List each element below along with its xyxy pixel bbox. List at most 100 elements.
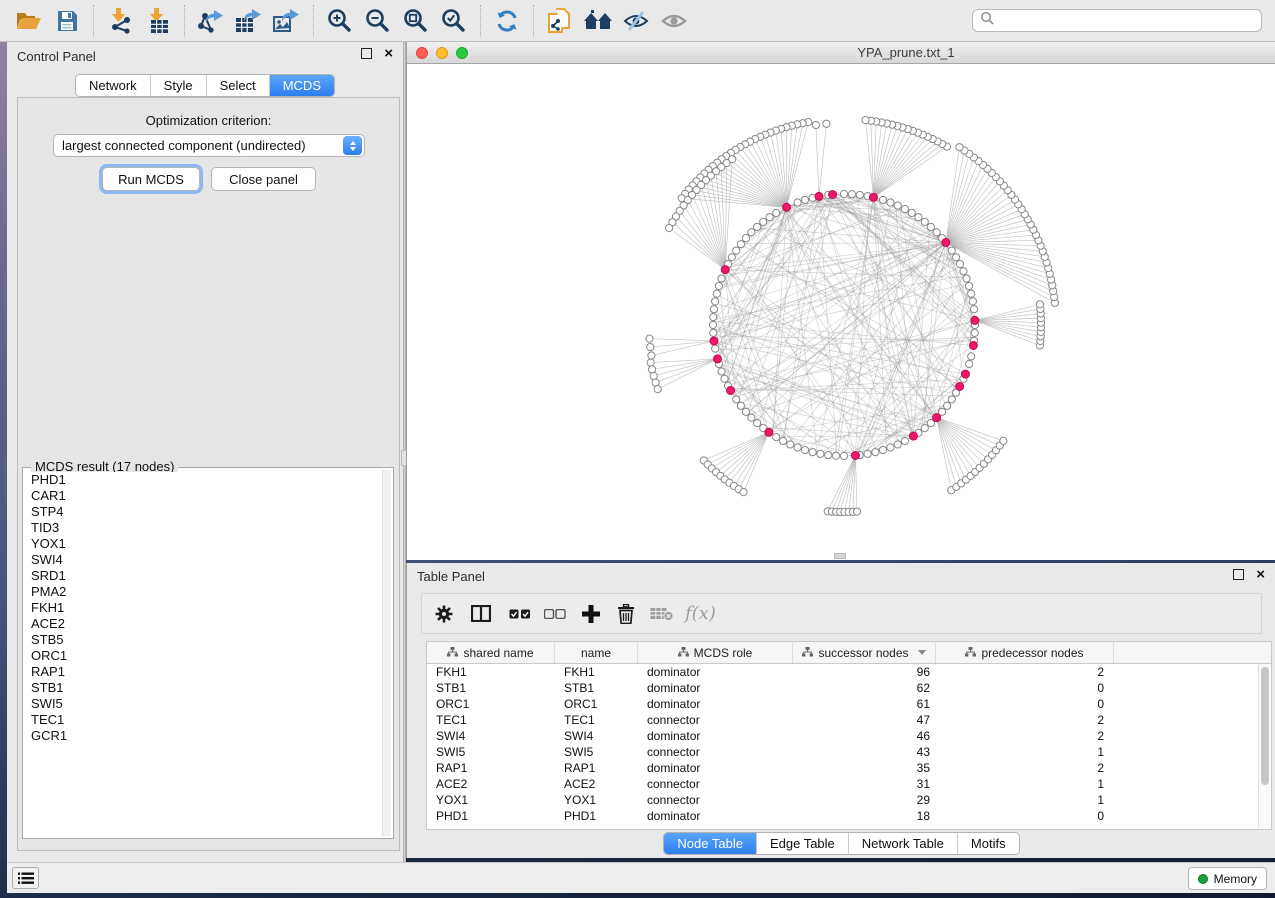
mcds-result-node[interactable]: PMA2 xyxy=(27,584,381,600)
table-row[interactable]: RAP1RAP1dominator352 xyxy=(427,760,1258,776)
close-window-icon[interactable] xyxy=(416,47,428,59)
mcds-result-node[interactable]: GCR1 xyxy=(27,728,381,744)
column-header-name[interactable]: name xyxy=(555,642,638,663)
export-table-icon[interactable] xyxy=(234,6,264,36)
export-image-icon[interactable] xyxy=(272,6,302,36)
deselect-all-rows-icon[interactable] xyxy=(544,609,566,619)
import-table-icon[interactable] xyxy=(143,6,173,36)
mcds-result-node[interactable]: FKH1 xyxy=(27,600,381,616)
table-tab-node-table[interactable]: Node Table xyxy=(664,833,756,854)
control-panel-tabs: NetworkStyleSelectMCDS xyxy=(75,74,335,97)
tab-network[interactable]: Network xyxy=(76,75,150,96)
mcds-result-list[interactable]: PHD1CAR1STP4TID3YOX1SWI4SRD1PMA2FKH1ACE2… xyxy=(27,472,381,834)
table-cell: 96 xyxy=(793,665,936,679)
node-table-rows[interactable]: FKH1FKH1dominator962STB1STB1dominator620… xyxy=(427,664,1258,829)
tab-select[interactable]: Select xyxy=(206,75,269,96)
show-selected-eye-icon[interactable] xyxy=(659,6,689,36)
show-panels-list-button[interactable] xyxy=(12,867,39,889)
export-network-icon[interactable] xyxy=(196,6,226,36)
tree-icon xyxy=(965,646,976,660)
search-input[interactable] xyxy=(998,14,1261,28)
select-all-rows-icon[interactable] xyxy=(509,609,531,619)
close-panel-icon[interactable]: × xyxy=(384,48,393,59)
optimization-criterion-dropdown[interactable]: largest connected component (undirected) xyxy=(53,134,365,157)
table-row[interactable]: PHD1PHD1dominator180 xyxy=(427,808,1258,824)
table-cell: 2 xyxy=(936,729,1114,743)
table-tab-motifs[interactable]: Motifs xyxy=(957,833,1019,854)
table-cell: PHD1 xyxy=(427,809,555,823)
table-row[interactable]: SWI4SWI4dominator462 xyxy=(427,728,1258,744)
table-row[interactable]: FKH1FKH1dominator962 xyxy=(427,664,1258,680)
float-table-panel-icon[interactable] xyxy=(1233,569,1244,580)
mcds-result-node[interactable]: CAR1 xyxy=(27,488,381,504)
mcds-result-node[interactable]: PHD1 xyxy=(27,472,381,488)
zoom-in-icon[interactable] xyxy=(325,6,355,36)
mcds-result-node[interactable]: SRD1 xyxy=(27,568,381,584)
delete-column-icon[interactable] xyxy=(617,604,635,624)
mcds-result-node[interactable]: STP4 xyxy=(27,504,381,520)
network-view-canvas[interactable] xyxy=(407,64,1275,560)
column-header-shared-name[interactable]: shared name xyxy=(427,642,555,663)
column-header-successor-nodes[interactable]: successor nodes xyxy=(793,642,936,663)
table-row[interactable]: STB1STB1dominator620 xyxy=(427,680,1258,696)
mcds-result-node[interactable]: RAP1 xyxy=(27,664,381,680)
mcds-result-node[interactable]: TEC1 xyxy=(27,712,381,728)
mcds-result-node[interactable]: TID3 xyxy=(27,520,381,536)
refresh-icon[interactable] xyxy=(492,6,522,36)
zoom-selected-icon[interactable] xyxy=(439,6,469,36)
close-panel-button[interactable]: Close panel xyxy=(211,167,316,191)
minimize-window-icon[interactable] xyxy=(436,47,448,59)
mcds-result-node[interactable]: ORC1 xyxy=(27,648,381,664)
memory-label: Memory xyxy=(1214,872,1257,886)
column-header-MCDS-role[interactable]: MCDS role xyxy=(638,642,793,663)
run-mcds-button[interactable]: Run MCDS xyxy=(102,167,200,191)
float-panel-icon[interactable] xyxy=(361,48,372,59)
home-view-icon[interactable] xyxy=(583,6,613,36)
mcds-result-node[interactable]: SWI4 xyxy=(27,552,381,568)
network-window-titlebar[interactable]: YPA_prune.txt_1 xyxy=(407,42,1275,64)
sort-caret-icon[interactable] xyxy=(918,650,926,655)
hide-selected-eye-icon[interactable] xyxy=(621,6,651,36)
table-row[interactable]: YOX1YOX1connector291 xyxy=(427,792,1258,808)
table-row[interactable]: ACE2ACE2connector311 xyxy=(427,776,1258,792)
table-row[interactable]: TEC1TEC1connector472 xyxy=(427,712,1258,728)
mcds-result-node[interactable]: STB1 xyxy=(27,680,381,696)
copy-style-icon[interactable] xyxy=(545,6,575,36)
toolbar-search[interactable] xyxy=(972,9,1262,32)
mcds-result-node[interactable]: SWI5 xyxy=(27,696,381,712)
table-cell: RAP1 xyxy=(427,761,555,775)
mcds-result-node[interactable]: YOX1 xyxy=(27,536,381,552)
table-scrollbar-thumb[interactable] xyxy=(1261,667,1269,785)
mcds-result-node[interactable]: STB5 xyxy=(27,632,381,648)
table-cell: 0 xyxy=(936,681,1114,695)
open-session-icon[interactable] xyxy=(14,6,44,36)
tab-style[interactable]: Style xyxy=(150,75,206,96)
table-tab-edge-table[interactable]: Edge Table xyxy=(756,833,848,854)
tab-mcds[interactable]: MCDS xyxy=(269,75,334,96)
table-scrollbar[interactable] xyxy=(1258,664,1271,829)
mcds-result-node[interactable]: ACE2 xyxy=(27,616,381,632)
network-window: YPA_prune.txt_1 xyxy=(406,42,1275,560)
table-cell: 0 xyxy=(936,697,1114,711)
close-table-panel-icon[interactable]: × xyxy=(1256,569,1265,580)
save-session-icon[interactable] xyxy=(52,6,82,36)
memory-status-icon xyxy=(1198,874,1208,884)
maximize-window-icon[interactable] xyxy=(456,47,468,59)
column-header-predecessor-nodes[interactable]: predecessor nodes xyxy=(936,642,1114,663)
mcds-list-scrollbar[interactable] xyxy=(382,470,391,836)
memory-button[interactable]: Memory xyxy=(1188,867,1267,890)
toolbar-separator xyxy=(313,5,314,37)
add-column-icon[interactable] xyxy=(582,605,600,623)
zoom-fit-icon[interactable] xyxy=(401,6,431,36)
table-cell: ACE2 xyxy=(427,777,555,791)
horizontal-splitter-handle[interactable] xyxy=(834,553,846,559)
table-settings-gear-icon[interactable] xyxy=(434,604,454,624)
table-cell: 1 xyxy=(936,777,1114,791)
import-network-icon[interactable] xyxy=(105,6,135,36)
zoom-out-icon[interactable] xyxy=(363,6,393,36)
toggle-columns-icon[interactable] xyxy=(471,605,491,622)
table-tab-network-table[interactable]: Network Table xyxy=(848,833,957,854)
table-row[interactable]: ORC1ORC1dominator610 xyxy=(427,696,1258,712)
table-row[interactable]: SWI5SWI5connector431 xyxy=(427,744,1258,760)
network-graph[interactable] xyxy=(407,64,1275,560)
